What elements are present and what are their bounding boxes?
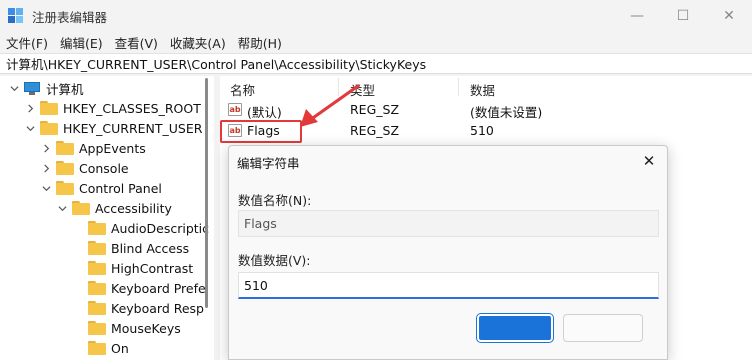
tree-item-label: Accessibility [95,200,172,216]
tree-item-control-panel[interactable]: Control Panel [40,178,162,198]
tree-item-keyboard-response[interactable]: Keyboard Resp [88,298,204,318]
scrollbar-thumb[interactable] [205,78,208,308]
ok-button[interactable] [477,314,553,342]
menu-file[interactable]: 文件(F) [6,33,48,52]
string-value-icon: ab [228,103,242,116]
folder-icon [88,221,106,235]
address-bar[interactable]: 计算机\HKEY_CURRENT_USER\Control Panel\Acce… [0,53,752,74]
tree-item-computer[interactable]: 计算机 [8,78,84,98]
chevron-right-icon[interactable] [40,162,52,174]
tree-item-blind-access[interactable]: Blind Access [88,238,189,258]
close-window-button[interactable]: ✕ [706,0,752,32]
folder-icon [56,161,74,175]
tree-item-accessibility[interactable]: Accessibility [56,198,172,218]
menu-edit[interactable]: 编辑(E) [60,33,103,52]
tree-item-label: Console [79,160,129,176]
dialog-title: 编辑字符串 [237,156,300,171]
value-name: (默认) [247,105,282,120]
tree-item-label: HKEY_CURRENT_USER [63,120,203,136]
computer-icon [24,81,40,95]
value-data: (数值未设置) [470,105,543,120]
title-bar: 注册表编辑器 — ☐ ✕ [0,0,752,32]
folder-icon [88,281,106,295]
tree-item-label: Blind Access [111,240,190,256]
menu-favorites[interactable]: 收藏夹(A) [170,33,226,52]
folder-icon [88,301,106,315]
tree-item-keyboard-preference[interactable]: Keyboard Prefe [88,278,206,298]
folder-icon [88,261,106,275]
value-data: 510 [470,123,494,138]
cancel-button[interactable] [563,314,643,342]
value-name-field: Flags [238,210,659,237]
folder-icon [56,141,74,155]
tree-item-label: AudioDescriptic [111,220,210,236]
registry-tree: 计算机 HKEY_CLASSES_ROOT HKEY_CURRENT_USER … [0,76,214,360]
chevron-down-icon[interactable] [24,122,36,134]
folder-icon [88,241,106,255]
tree-item-label: AppEvents [79,140,146,156]
registry-editor-icon [8,8,24,24]
folder-icon [88,341,106,355]
tree-item-label: On [111,340,129,356]
tree-item-on[interactable]: On [88,338,129,358]
maximize-button[interactable]: ☐ [660,0,706,32]
tree-item-appevents[interactable]: AppEvents [40,138,146,158]
column-header-name[interactable]: 名称 [230,80,255,99]
tree-item-label: HKEY_CLASSES_ROOT [63,100,201,116]
window-title: 注册表编辑器 [32,9,108,25]
menu-view[interactable]: 查看(V) [115,33,158,52]
tree-item-audiodescription[interactable]: AudioDescriptic [88,218,209,238]
folder-icon [56,181,74,195]
folder-icon [88,321,106,335]
tree-item-label: Keyboard Resp [111,300,204,316]
menu-help[interactable]: 帮助(H) [238,33,282,52]
tree-item-label: Keyboard Prefe [111,280,206,296]
minimize-button[interactable]: — [614,0,660,32]
dialog-close-button[interactable]: ✕ [637,150,661,172]
column-header-data[interactable]: 数据 [470,80,495,99]
highlight-box [220,120,302,143]
menu-bar: 文件(F) 编辑(E) 查看(V) 收藏夹(A) 帮助(H) [0,32,752,52]
tree-scrollbar[interactable] [203,78,209,308]
folder-icon [40,101,58,115]
tree-item-label: HighContrast [111,260,194,276]
tree-item-hkey-current-user[interactable]: HKEY_CURRENT_USER [24,118,202,138]
value-data-input[interactable]: 510 [238,272,659,299]
value-data-label: 数值数据(V): [238,253,311,268]
tree-item-mousekeys[interactable]: MouseKeys [88,318,181,338]
tree-item-label: Control Panel [79,180,162,196]
column-divider[interactable] [458,78,459,96]
tree-item-highcontrast[interactable]: HighContrast [88,258,193,278]
folder-icon [40,121,58,135]
value-name-label: 数值名称(N): [238,193,312,208]
annotation-arrow-icon [300,84,360,127]
tree-item-label: MouseKeys [111,320,181,336]
edit-string-dialog: 编辑字符串 ✕ 数值名称(N): Flags 数值数据(V): 510 [228,145,668,360]
tree-item-console[interactable]: Console [40,158,129,178]
tree-item-label: 计算机 [46,81,84,97]
tree-item-hkey-classes-root[interactable]: HKEY_CLASSES_ROOT [24,98,201,118]
chevron-right-icon[interactable] [24,102,36,114]
chevron-right-icon[interactable] [40,142,52,154]
chevron-down-icon[interactable] [8,82,20,94]
folder-icon [72,201,90,215]
chevron-down-icon[interactable] [56,202,68,214]
chevron-down-icon[interactable] [40,182,52,194]
